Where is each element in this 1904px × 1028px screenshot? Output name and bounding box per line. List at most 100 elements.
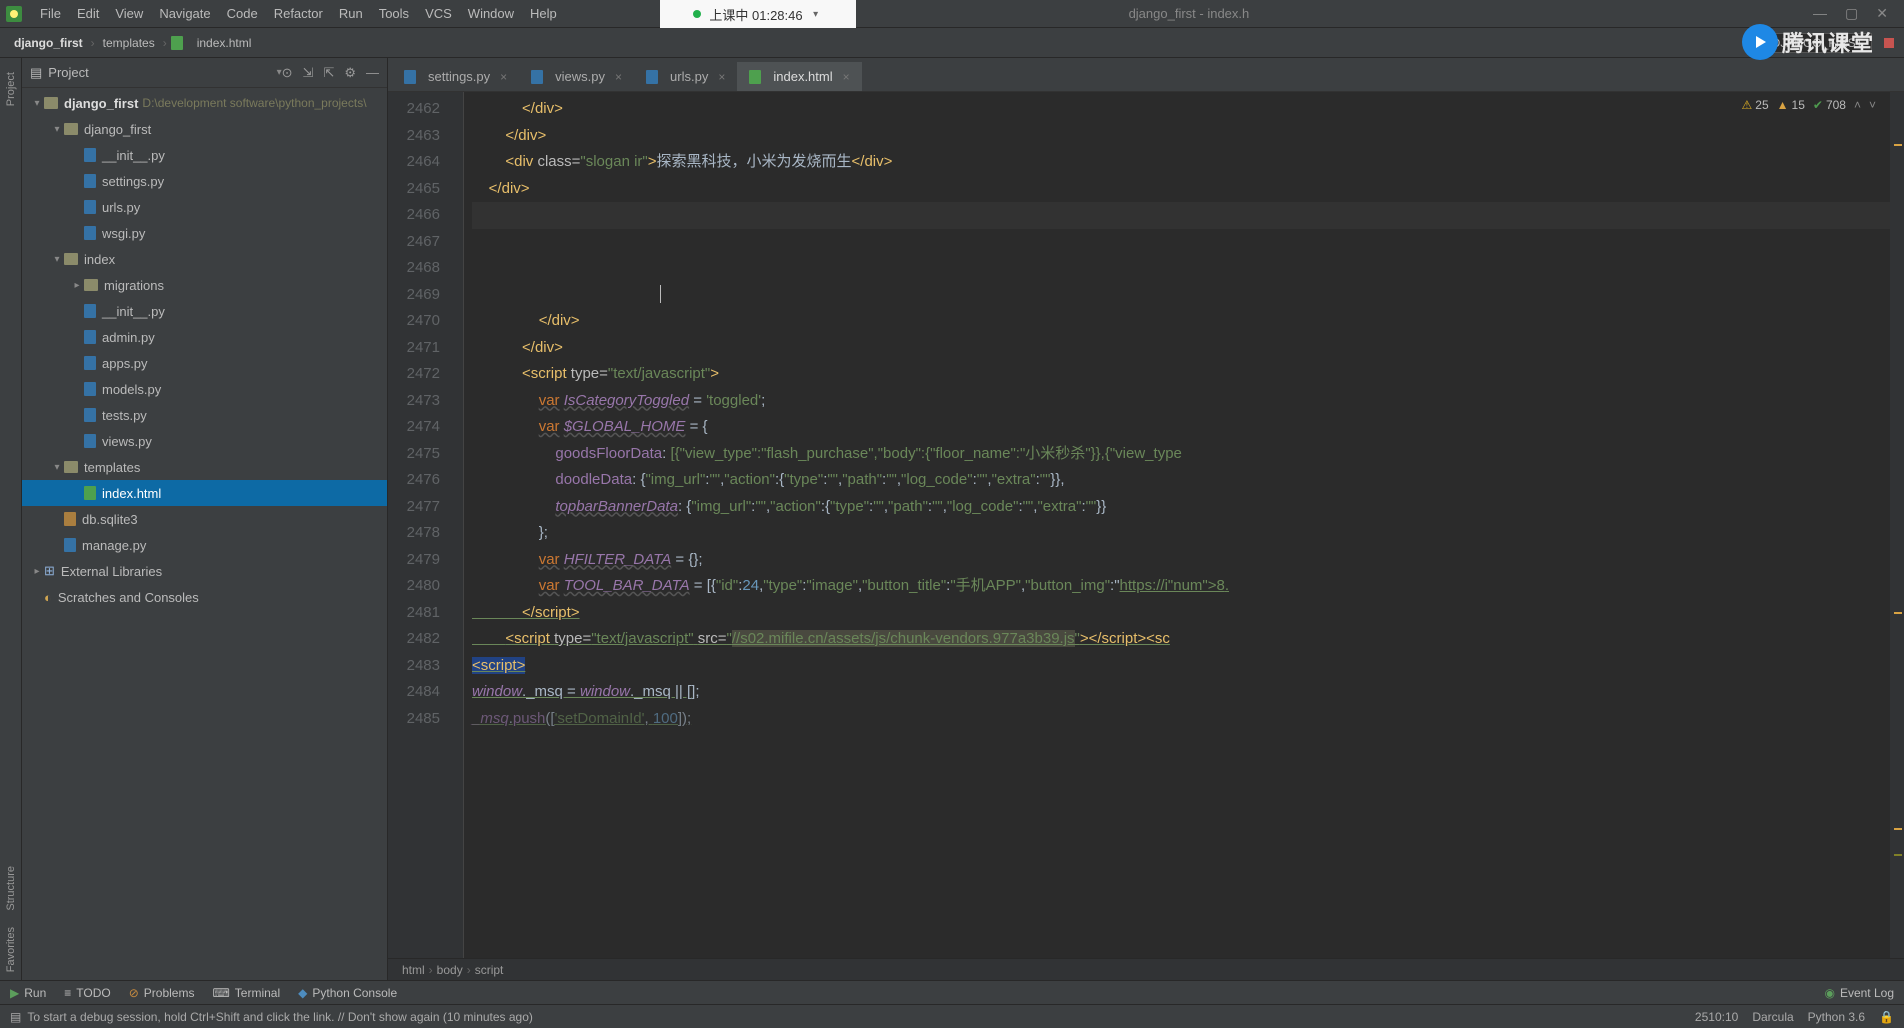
menu-window[interactable]: Window [460,3,522,24]
maximize-icon[interactable]: ▢ [1845,5,1858,22]
crumb[interactable]: html [402,963,425,977]
project-combo-icon[interactable]: ▤ [30,65,42,81]
crumb[interactable]: script [475,963,504,977]
tree-label: urls.py [102,200,140,215]
menu-code[interactable]: Code [219,3,266,24]
crumb-folder[interactable]: templates [99,36,159,50]
tool-project[interactable]: Project [5,72,17,106]
menu-view[interactable]: View [107,3,151,24]
python-interpreter[interactable]: Python 3.6 [1808,1010,1865,1024]
error-stripe[interactable] [1890,92,1904,958]
caret-position[interactable]: 2510:10 [1695,1010,1738,1024]
info-icon: ▤ [10,1010,21,1024]
tool-terminal[interactable]: ⌨Terminal [212,986,280,1000]
editor-tab[interactable]: views.py× [519,62,634,91]
bottom-toolbar: ▶Run ≡TODO ⊘Problems ⌨Terminal ◆Python C… [0,980,1904,1004]
chevron-right-icon[interactable]: ▸ [30,566,44,577]
tree-item[interactable]: urls.py [22,194,387,220]
tree-item[interactable]: apps.py [22,350,387,376]
tool-favorites[interactable]: Favorites [5,927,17,972]
scratches-consoles[interactable]: ◐ Scratches and Consoles [22,584,387,610]
tree-item[interactable]: __init__.py [22,298,387,324]
chevron-icon[interactable]: ▾ [50,462,64,473]
minimize-icon[interactable]: — [1813,5,1827,22]
chevron-down-icon[interactable]: ˅ [1869,98,1876,112]
tree-label: __init__.py [102,304,165,319]
chevron-right-icon: › [91,36,95,50]
menu-vcs[interactable]: VCS [417,3,460,24]
external-libraries[interactable]: ▸ ⊞ External Libraries [22,558,387,584]
tree-item[interactable]: tests.py [22,402,387,428]
gutter: 2462 2463 2464 2465 2466 2467 2468 2469 … [388,92,450,958]
todo-icon: ≡ [64,986,71,1000]
tree-item[interactable]: index.html [22,480,387,506]
py-file-icon [84,382,96,396]
tree-item[interactable]: settings.py [22,168,387,194]
fold-column[interactable] [450,92,464,958]
gear-icon[interactable]: ⚙ [344,65,356,81]
tree-item[interactable]: ▾templates [22,454,387,480]
menu-refactor[interactable]: Refactor [266,3,331,24]
close-tab-icon[interactable]: × [500,70,507,84]
chevron-icon[interactable]: ▸ [70,280,84,291]
tree-item[interactable]: ▸migrations [22,272,387,298]
menu-run[interactable]: Run [331,3,371,24]
warning-icon: ⚠ [1742,98,1753,112]
db-file-icon [64,512,76,526]
tree-item[interactable]: wsgi.py [22,220,387,246]
menu-navigate[interactable]: Navigate [151,3,218,24]
tool-run[interactable]: ▶Run [10,986,46,1000]
code-content[interactable]: </div> </div> <div class="slogan ir">探索黑… [464,92,1904,958]
py-file-icon [84,174,96,188]
collapse-icon[interactable]: ⇱ [323,65,334,81]
tree-item[interactable]: ▾django_first [22,116,387,142]
project-pane: ▤ Project ▾ ⊙ ⇲ ⇱ ⚙ — ▾ django_first D:\… [22,58,388,980]
record-dot-icon [693,10,701,18]
editor-tab[interactable]: index.html× [737,62,861,91]
crumb-project[interactable]: django_first [10,36,87,50]
menu-help[interactable]: Help [522,3,565,24]
crumb[interactable]: body [437,963,463,977]
crumb-file[interactable]: index.html [193,36,256,50]
tool-structure[interactable]: Structure [5,866,17,911]
chevron-icon[interactable]: ▾ [50,124,64,135]
tool-problems[interactable]: ⊘Problems [129,986,195,1000]
tree-item[interactable]: views.py [22,428,387,454]
chevron-up-icon[interactable]: ˄ [1854,98,1861,112]
tree-item[interactable]: admin.py [22,324,387,350]
tree-root[interactable]: ▾ django_first D:\development software\p… [22,90,387,116]
tree-item[interactable]: db.sqlite3 [22,506,387,532]
menu-file[interactable]: File [32,3,69,24]
menu-edit[interactable]: Edit [69,3,107,24]
tree-label: models.py [102,382,161,397]
stop-icon[interactable] [1884,38,1894,48]
statusbar: ▤To start a debug session, hold Ctrl+Shi… [0,1004,1904,1028]
close-tab-icon[interactable]: × [718,70,725,84]
lock-icon[interactable]: 🔒 [1879,1010,1894,1024]
locate-icon[interactable]: ⊙ [282,65,293,81]
tree-item[interactable]: __init__.py [22,142,387,168]
tree-item[interactable]: manage.py [22,532,387,558]
expand-icon[interactable]: ⇲ [303,65,314,81]
event-log[interactable]: ◉Event Log [1824,986,1894,1000]
editor-tab[interactable]: settings.py× [392,62,519,91]
editor-tab[interactable]: urls.py× [634,62,737,91]
chevron-icon[interactable]: ▾ [50,254,64,265]
tool-todo[interactable]: ≡TODO [64,986,110,1000]
project-tree[interactable]: ▾ django_first D:\development software\p… [22,88,387,980]
scratches-icon: ◐ [44,590,52,605]
menu-tools[interactable]: Tools [371,3,417,24]
hide-icon[interactable]: — [366,65,379,81]
tree-item[interactable]: ▾index [22,246,387,272]
recording-overlay: 上课中 01:28:46 ▾ [660,0,856,28]
tool-python-console[interactable]: ◆Python Console [298,986,397,1000]
chevron-down-icon[interactable]: ▾ [30,98,44,109]
code-area[interactable]: ⚠25 ▲15 ✔708 ˄ ˅ 2462 2463 2464 2465 246… [388,92,1904,958]
close-tab-icon[interactable]: × [843,70,850,84]
chevron-down-icon[interactable]: ▾ [809,9,823,20]
color-scheme[interactable]: Darcula [1752,1010,1793,1024]
close-tab-icon[interactable]: × [615,70,622,84]
tree-item[interactable]: models.py [22,376,387,402]
close-icon[interactable]: ✕ [1876,5,1888,22]
project-title[interactable]: Project [48,65,272,80]
